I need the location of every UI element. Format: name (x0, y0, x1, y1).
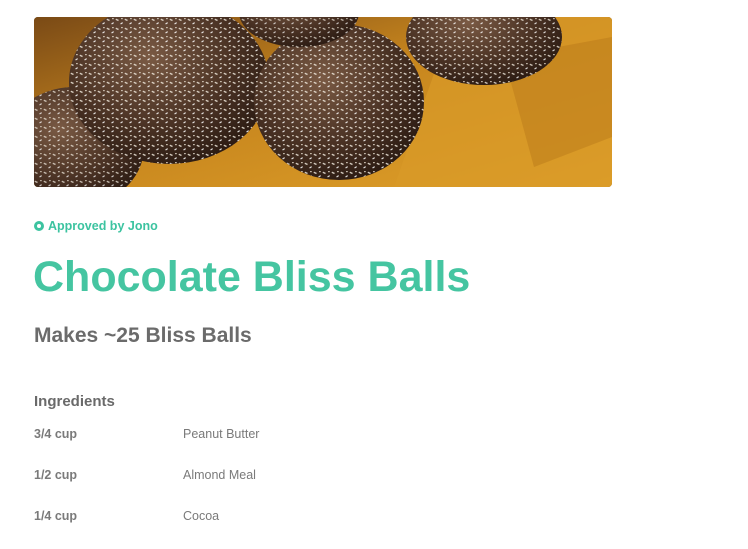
ingredients-heading: Ingredients (34, 393, 115, 410)
ingredient-name: Peanut Butter (183, 427, 260, 441)
ingredient-quantity: 1/2 cup (34, 468, 78, 482)
ingredient-name: Almond Meal (183, 468, 256, 482)
ingredients-list: 3/4 cup Peanut Butter 1/2 cup Almond Mea… (34, 426, 434, 549)
recipe-yield: Makes ~25 Bliss Balls (34, 324, 252, 347)
ingredient-quantity: 3/4 cup (34, 427, 78, 441)
ingredient-row: 3/4 cup Peanut Butter (34, 426, 434, 467)
ingredient-quantity: 1/4 cup (34, 509, 78, 523)
recipe-title: Chocolate Bliss Balls (33, 253, 471, 301)
ingredient-row: 1/4 cup Cocoa (34, 508, 434, 549)
approval-text: Approved by Jono (48, 219, 158, 233)
check-circle-icon (34, 221, 44, 231)
ingredient-row: 1/2 cup Almond Meal (34, 467, 434, 508)
ingredient-name: Cocoa (183, 509, 220, 523)
recipe-hero-image (34, 17, 612, 187)
approval-badge: Approved by Jono (34, 218, 158, 234)
